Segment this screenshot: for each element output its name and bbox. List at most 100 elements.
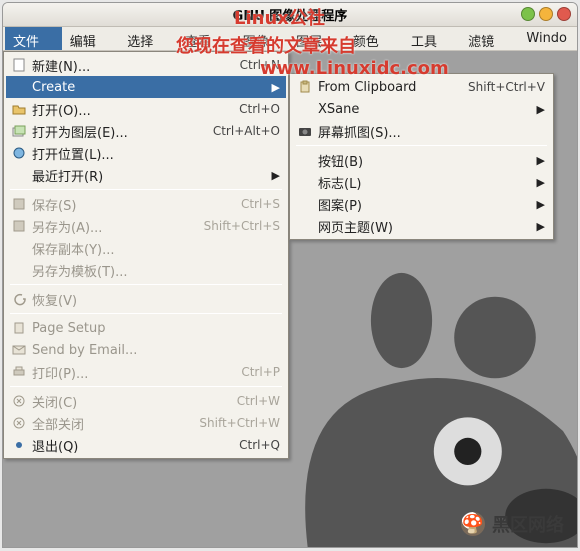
separator [296,145,547,146]
submenu-arrow-icon: ▶ [272,169,280,182]
menu-image[interactable]: 图像(I) [235,27,288,50]
save-as-icon [10,219,28,233]
menu-item-close: 关闭(C) Ctrl+W [6,390,286,412]
menu-item-create[interactable]: Create ▶ [6,76,286,98]
menu-filters[interactable]: 滤镜(R) [460,27,518,50]
canvas-area: 新建(N)... Ctrl+N Create ▶ 打开(O)... Ctrl+O… [3,51,577,547]
separator [10,313,282,314]
print-accel: Ctrl+P [241,365,280,379]
submenu-arrow-icon: ▶ [537,198,545,211]
menu-layer[interactable]: 图层(L) [288,27,345,50]
menu-item-quit[interactable]: 退出(Q) Ctrl+Q [6,434,286,456]
file-menu-dropdown: 新建(N)... Ctrl+N Create ▶ 打开(O)... Ctrl+O… [3,51,289,459]
page-setup-icon [10,321,28,335]
open-accel: Ctrl+O [239,102,280,116]
close-all-accel: Shift+Ctrl+W [199,416,280,430]
watermark-text: 黑区网络 [492,511,564,537]
maximize-button[interactable] [539,7,553,21]
close-accel: Ctrl+W [237,394,280,408]
screenshot-label: 屏幕抓图(S)... [314,122,545,141]
menu-edit[interactable]: 编辑(E) [62,27,119,50]
menu-item-new[interactable]: 新建(N)... Ctrl+N [6,54,286,76]
site-watermark: 🍄 黑区网络 [460,511,564,537]
new-file-icon [10,58,28,72]
globe-icon [10,146,28,160]
web-themes-label: 网页主题(W) [314,217,531,236]
quit-icon [10,442,28,448]
separator [10,189,282,190]
close-icon [10,395,28,407]
wilber-logo [257,227,577,547]
create-label: Create [28,80,266,95]
menu-view[interactable]: 查看(V) [177,27,235,50]
save-copy-label: 保存副本(Y)... [28,239,280,258]
menubar: 文件(F) 编辑(E) 选择(S) 查看(V) 图像(I) 图层(L) 颜色(C… [3,27,577,51]
separator [10,386,282,387]
window-controls [521,7,571,21]
page-setup-label: Page Setup [28,321,280,336]
close-all-icon [10,417,28,429]
print-icon [10,365,28,379]
submenu-web-themes[interactable]: 网页主题(W) ▶ [292,215,551,237]
submenu-arrow-icon: ▶ [537,220,545,233]
submenu-screenshot[interactable]: 屏幕抓图(S)... [292,120,551,142]
recent-label: 最近打开(R) [28,166,266,185]
menu-item-page-setup: Page Setup [6,317,286,339]
submenu-logos[interactable]: 标志(L) ▶ [292,171,551,193]
create-submenu: From Clipboard Shift+Ctrl+V XSane ▶ 屏幕抓图… [289,73,554,240]
clipboard-icon [296,80,314,94]
submenu-xsane[interactable]: XSane ▶ [292,98,551,120]
menu-item-open[interactable]: 打开(O)... Ctrl+O [6,98,286,120]
patterns-label: 图案(P) [314,195,531,214]
menu-item-open-location[interactable]: 打开位置(L)... [6,142,286,164]
submenu-arrow-icon: ▶ [537,154,545,167]
new-label: 新建(N)... [28,56,230,75]
new-accel: Ctrl+N [240,58,280,72]
buttons-label: 按钮(B) [314,151,531,170]
menu-windows[interactable]: Windo [518,27,575,50]
menu-item-recent[interactable]: 最近打开(R) ▶ [6,164,286,186]
quit-label: 退出(Q) [28,436,229,455]
camera-icon [296,125,314,137]
save-icon [10,197,28,211]
menu-item-print: 打印(P)... Ctrl+P [6,361,286,383]
window-title: GNU 图像处理程序 [233,5,348,24]
menu-colors[interactable]: 颜色(C) [345,27,403,50]
close-all-label: 全部关闭 [28,414,189,433]
submenu-patterns[interactable]: 图案(P) ▶ [292,193,551,215]
open-as-layer-icon [10,125,28,137]
menu-item-save-copy: 保存副本(Y)... [6,237,286,259]
minimize-button[interactable] [521,7,535,21]
close-label: 关闭(C) [28,392,227,411]
revert-icon [10,292,28,306]
email-icon [10,344,28,356]
menu-item-save-as: 另存为(A)... Shift+Ctrl+S [6,215,286,237]
submenu-buttons[interactable]: 按钮(B) ▶ [292,149,551,171]
save-label: 保存(S) [28,195,231,214]
menu-item-close-all: 全部关闭 Shift+Ctrl+W [6,412,286,434]
menu-item-open-as-layer[interactable]: 打开为图层(E)... Ctrl+Alt+O [6,120,286,142]
submenu-arrow-icon: ▶ [537,103,545,116]
save-as-label: 另存为(A)... [28,217,194,236]
menu-tools[interactable]: 工具(T) [403,27,460,50]
menu-item-save-template: 另存为模板(T)... [6,259,286,281]
close-window-button[interactable] [557,7,571,21]
menu-file[interactable]: 文件(F) [5,27,62,50]
from-clipboard-label: From Clipboard [314,80,458,95]
titlebar[interactable]: GNU 图像处理程序 [3,3,577,27]
submenu-from-clipboard[interactable]: From Clipboard Shift+Ctrl+V [292,76,551,98]
menu-item-save: 保存(S) Ctrl+S [6,193,286,215]
open-as-layer-accel: Ctrl+Alt+O [213,124,280,138]
open-as-layer-label: 打开为图层(E)... [28,122,203,141]
logos-label: 标志(L) [314,173,531,192]
open-label: 打开(O)... [28,100,229,119]
xsane-label: XSane [314,102,531,117]
send-email-label: Send by Email... [28,343,280,358]
open-location-label: 打开位置(L)... [28,144,280,163]
separator [10,284,282,285]
quit-accel: Ctrl+Q [239,438,280,452]
save-accel: Ctrl+S [241,197,280,211]
menu-select[interactable]: 选择(S) [119,27,176,50]
save-as-accel: Shift+Ctrl+S [204,219,280,233]
revert-label: 恢复(V) [28,290,280,309]
